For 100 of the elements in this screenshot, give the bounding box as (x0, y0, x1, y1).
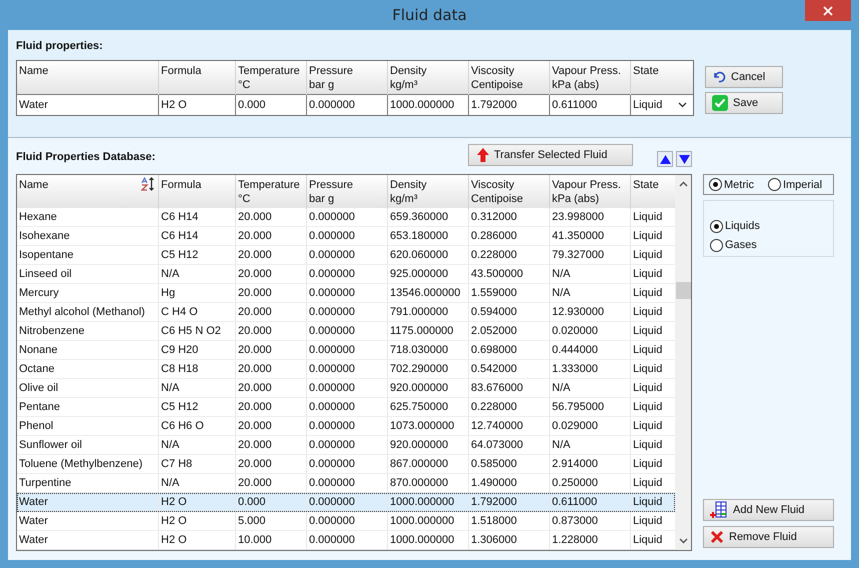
scrollbar[interactable] (675, 175, 691, 550)
column-header[interactable]: State (633, 64, 659, 78)
table-row[interactable]: Isohexane C6 H14 20.000 0.000000 653.180000 0.286000 41.350000 Liquid (17, 227, 675, 246)
radio-button[interactable] (710, 220, 723, 232)
table-cell: C6 H6 O (159, 417, 236, 435)
table-row[interactable]: Hexane C6 H14 20.000 0.000000 659.360000 0.312000 23.998000 Liquid (17, 208, 675, 227)
radio-button[interactable] (709, 178, 722, 191)
column-header[interactable]: Density kg/m³ (390, 64, 427, 92)
arrow-up-icon (477, 148, 489, 162)
grid-cell[interactable]: Water (17, 95, 159, 115)
table-row[interactable]: Methyl alcohol (Methanol) C H4 O 20.000 0.000000 791.000000 0.594000 12.930000 Liquid (17, 303, 675, 322)
column-header[interactable]: Vapour Press. kPa (abs) (552, 64, 621, 92)
table-cell: 0.312000 (469, 208, 550, 226)
grid-cell[interactable]: 0.611000 (550, 95, 631, 115)
grid-cell[interactable]: 0.000 (236, 95, 307, 115)
table-cell: 0.611000 (550, 493, 631, 511)
radio-label[interactable]: Imperial (782, 178, 822, 190)
table-cell: 0.000000 (307, 379, 388, 397)
table-row[interactable]: Mercury Hg 20.000 0.000000 13546.000000 1.559000 N/A Liquid (17, 284, 675, 303)
column-header[interactable]: Pressure bar g (309, 178, 354, 206)
table-cell: Hg (159, 284, 236, 302)
column-header[interactable]: Temperature °C (238, 64, 300, 92)
table-row[interactable]: Nonane C9 H20 20.000 0.000000 718.030000 0.698000 0.444000 Liquid (17, 341, 675, 360)
column-header[interactable]: Vapour Press. kPa (abs) (552, 178, 621, 206)
move-down-button[interactable] (676, 151, 692, 167)
cancel-button[interactable]: Cancel (705, 66, 783, 88)
radio-label[interactable]: Liquids (725, 220, 760, 232)
column-header[interactable]: Temperature °C (238, 178, 300, 206)
undo-icon (712, 71, 726, 83)
table-cell: 653.180000 (388, 227, 469, 245)
table-row[interactable]: Nitrobenzene C6 H5 N O2 20.000 0.000000 1175.000000 2.052000 0.020000 Liquid (17, 322, 675, 341)
table-row[interactable]: Toluene (Methylbenzene) C7 H8 20.000 0.000000 867.000000 0.585000 2.914000 Liquid (17, 455, 675, 474)
table-row[interactable]: Water H2 O 5.000 0.000000 1000.000000 1.518000 0.873000 Liquid (17, 512, 675, 531)
table-cell: 0.000000 (307, 436, 388, 454)
table-cell: 870.000000 (388, 474, 469, 492)
cross-icon (710, 530, 724, 544)
table-cell: 0.250000 (550, 474, 631, 492)
column-header[interactable]: Viscosity Centipoise (471, 178, 523, 206)
table-cell: 64.073000 (469, 436, 550, 454)
table-cell-text: Liquid (632, 438, 664, 453)
column-header[interactable]: Name (19, 178, 48, 192)
window-title: Fluid data (392, 6, 467, 24)
state-dropdown[interactable]: Liquid (631, 95, 693, 115)
table-row[interactable]: Linseed oil N/A 20.000 0.000000 925.000000 43.500000 N/A Liquid (17, 265, 675, 284)
table-cell: 620.060000 (388, 246, 469, 264)
table-cell: 1.559000 (469, 284, 550, 302)
grid-cell[interactable]: 1000.000000 (388, 95, 469, 115)
table-cell: Methyl alcohol (Methanol) (17, 303, 159, 321)
save-button[interactable]: Save (705, 92, 783, 114)
table-cell: 0.228000 (469, 246, 550, 264)
table-cell: Isohexane (17, 227, 159, 245)
table-cell-text: Liquid (632, 286, 664, 301)
table-cell: C5 H12 (159, 246, 236, 264)
grid-cell[interactable]: 0.000000 (307, 95, 388, 115)
table-cell: Nitrobenzene (17, 322, 159, 340)
remove-fluid-button[interactable]: Remove Fluid (703, 526, 834, 548)
table-row[interactable]: Olive oil N/A 20.000 0.000000 920.000000 83.676000 N/A Liquid (17, 379, 675, 398)
table-row[interactable]: Isopentane C5 H12 20.000 0.000000 620.060000 0.228000 79.327000 Liquid (17, 246, 675, 265)
table-cell-text: Liquid (632, 324, 664, 339)
table-cell: Water (17, 493, 159, 511)
table-row[interactable]: Octane C8 H18 20.000 0.000000 702.290000 0.542000 1.333000 Liquid (17, 360, 675, 379)
table-cell: Nonane (17, 341, 159, 359)
column-header[interactable]: Formula (161, 64, 202, 78)
grid-cell[interactable]: H2 O (159, 95, 236, 115)
table-cell: 0.000000 (307, 227, 388, 245)
table-row[interactable]: Water H2 O 10.000 0.000000 1000.000000 1.306000 1.228000 Liquid (17, 531, 675, 550)
radio-button[interactable] (710, 238, 723, 252)
column-header[interactable]: Name (19, 64, 48, 78)
table-cell: 0.000000 (307, 493, 388, 511)
table-cell: 2.052000 (469, 322, 550, 340)
radio-label[interactable]: Gases (725, 239, 757, 251)
radio-label[interactable]: Metric (724, 178, 754, 190)
transfer-button[interactable]: Transfer Selected Fluid (468, 144, 633, 166)
table-cell: 0.000000 (307, 322, 388, 340)
table-cell: 20.000 (236, 208, 307, 226)
column-header[interactable]: Formula (161, 178, 202, 192)
table-cell: Hexane (17, 208, 159, 226)
table-cell-text: Liquid (632, 419, 664, 434)
grid-cell[interactable]: 1.792000 (469, 95, 550, 115)
close-button[interactable] (805, 0, 851, 21)
column-header[interactable]: State (633, 178, 659, 192)
table-cell-text: Liquid (632, 229, 664, 244)
column-header[interactable]: Density kg/m³ (390, 178, 427, 206)
scrollbar-thumb[interactable] (676, 282, 690, 299)
table-row[interactable]: Sunflower oil N/A 20.000 0.000000 920.000000 64.073000 N/A Liquid (17, 436, 675, 455)
table-cell: 0.000000 (307, 531, 388, 549)
scroll-down-icon (678, 538, 688, 544)
table-cell: 1.228000 (550, 531, 631, 549)
table-row[interactable]: Water H2 O 0.000 0.000000 1000.000000 1.792000 0.611000 Liquid (17, 493, 675, 512)
radio-button[interactable] (768, 178, 781, 191)
table-row[interactable]: Pentane C5 H12 20.000 0.000000 625.750000 0.228000 56.795000 Liquid (17, 398, 675, 417)
table-cell: 1.518000 (469, 512, 550, 530)
column-header[interactable]: Pressure bar g (309, 64, 354, 92)
table-cell-text: Liquid (632, 533, 664, 548)
table-row[interactable]: Phenol C6 H6 O 20.000 0.000000 1073.000000 12.740000 0.029000 Liquid (17, 417, 675, 436)
table-cell: N/A (159, 474, 236, 492)
table-cell: 20.000 (236, 398, 307, 416)
column-header[interactable]: Viscosity Centipoise (471, 64, 523, 92)
add-fluid-button[interactable]: Add New Fluid (703, 499, 834, 521)
move-up-button[interactable] (657, 151, 673, 167)
